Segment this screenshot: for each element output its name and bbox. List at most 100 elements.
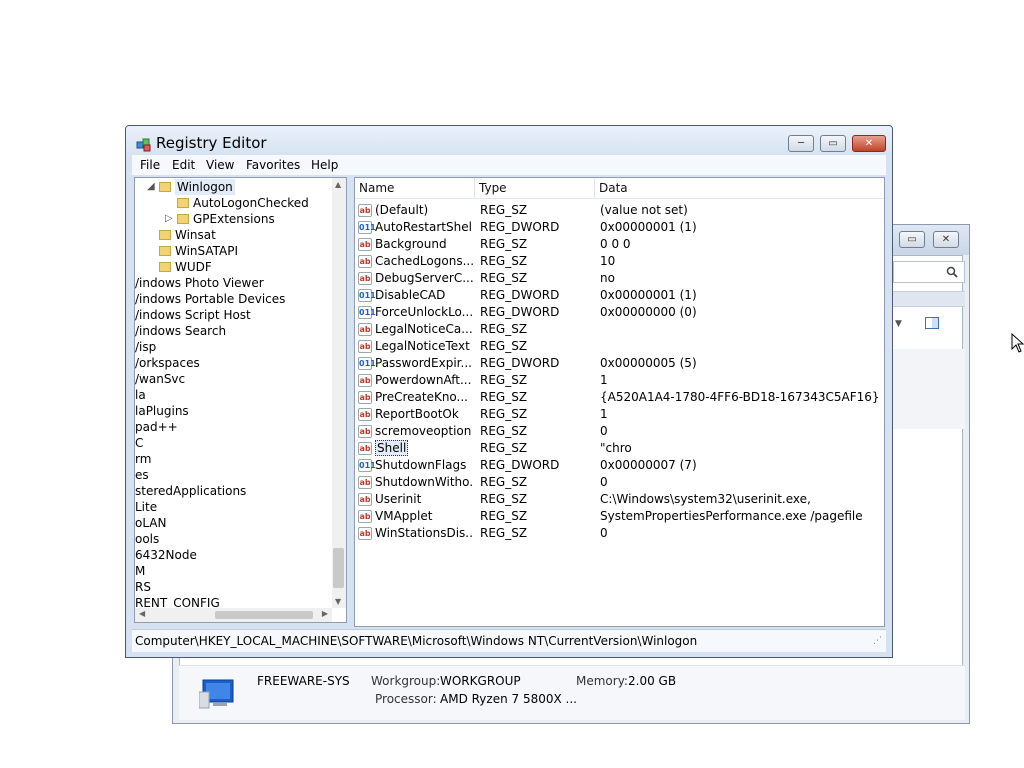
resize-grip-icon[interactable]: ⋰ [873, 636, 882, 646]
dword-value-icon: 011 [358, 289, 376, 302]
value-type: REG_DWORD [480, 220, 560, 234]
string-value-icon: ab [358, 510, 372, 523]
value-name-cell: ShutdownFlags [375, 457, 473, 474]
value-row[interactable]: ab LegalNoticeCa... REG_SZ [355, 321, 875, 338]
expanded-arrow-icon[interactable]: ◢ [147, 179, 155, 195]
value-type: REG_DWORD [480, 288, 560, 302]
value-name: CachedLogons... [375, 254, 473, 268]
column-header-name[interactable]: Name [355, 178, 475, 198]
value-row[interactable]: ab ReportBootOk REG_SZ 1 [355, 406, 875, 423]
close-button[interactable]: ✕ [852, 135, 886, 152]
tree-item-label: es [135, 468, 149, 482]
close-button[interactable]: ✕ [933, 231, 959, 248]
scroll-up-icon[interactable]: ▲ [335, 180, 341, 189]
value-data: (value not set) [600, 203, 688, 217]
value-name: ForceUnlockLo... [375, 305, 473, 319]
value-data: "chro [600, 441, 632, 455]
value-name-cell: WinStationsDis... [375, 525, 473, 542]
value-type: REG_SZ [480, 203, 528, 217]
value-row[interactable]: ab Shell REG_SZ "chro [355, 440, 875, 457]
string-value-icon: ab [358, 255, 372, 268]
value-row[interactable]: ab PowerdownAft... REG_SZ 1 [355, 372, 875, 389]
value-name: WinStationsDis... [375, 526, 473, 540]
value-row[interactable]: 011 DisableCAD REG_DWORD 0x00000001 (1) [355, 287, 875, 304]
menu-bar: File Edit View Favorites Help [132, 155, 886, 175]
menu-view[interactable]: View [206, 158, 234, 172]
menu-help[interactable]: Help [311, 158, 338, 172]
value-name: ReportBootOk [375, 407, 459, 421]
value-name: PreCreateKno... [375, 390, 468, 404]
tree-scroll-thumb[interactable] [333, 548, 344, 588]
value-type: REG_SZ [480, 424, 528, 438]
value-type: REG_SZ [480, 237, 528, 251]
tree-item-label: /wanSvc [135, 372, 186, 386]
system-window-panel [893, 349, 965, 429]
minimize-button[interactable]: ─ [788, 135, 814, 152]
tree-item-label: RS [135, 580, 151, 594]
string-value-icon: ab [358, 272, 372, 285]
value-row[interactable]: ab Userinit REG_SZ C:\Windows\system32\user… [355, 491, 875, 508]
column-header-data[interactable]: Data [595, 178, 884, 198]
value-row[interactable]: ab LegalNoticeText REG_SZ [355, 338, 875, 355]
dword-value-icon: 011 [358, 221, 376, 234]
string-value-icon: ab [358, 238, 372, 251]
value-row[interactable]: ab ShutdownWitho... REG_SZ 0 [355, 474, 875, 491]
search-input[interactable] [893, 261, 965, 283]
value-data: 0 [600, 526, 608, 540]
value-row[interactable]: ab WinStationsDis... REG_SZ 0 [355, 525, 875, 542]
value-name: Background [375, 237, 447, 251]
value-name: ShutdownFlags [375, 458, 467, 472]
tree-item-label: /indows Search [135, 324, 227, 338]
value-row[interactable]: ab CachedLogons... REG_SZ 10 [355, 253, 875, 270]
workgroup-value: WORKGROUP [440, 674, 521, 688]
value-row[interactable]: ab (Default) REG_SZ (value not set) [355, 202, 875, 219]
tree-horizontal-scrollbar[interactable]: ◀ ▶ [135, 608, 332, 622]
system-info-panel: FREEWARE-SYS Workgroup: WORKGROUP Memory… [179, 665, 965, 720]
tree-hscroll-thumb[interactable] [215, 611, 313, 619]
tree-item-label: C [135, 436, 144, 450]
menu-edit[interactable]: Edit [172, 158, 195, 172]
tree-item-label: AutoLogonChecked [193, 196, 309, 210]
scroll-down-icon[interactable]: ▼ [335, 597, 341, 606]
value-row[interactable]: ab Background REG_SZ 0 0 0 [355, 236, 875, 253]
value-row[interactable]: ab scremoveoption REG_SZ 0 [355, 423, 875, 440]
value-name: VMApplet [375, 509, 433, 523]
scroll-right-icon[interactable]: ▶ [322, 609, 328, 618]
menu-favorites[interactable]: Favorites [246, 158, 300, 172]
maximize-button[interactable]: ▭ [820, 135, 846, 152]
column-header-type[interactable]: Type [475, 178, 595, 198]
header-divider [355, 198, 884, 199]
value-row[interactable]: 011 PasswordExpir... REG_DWORD 0x00000005 (… [355, 355, 875, 372]
status-bar: Computer\HKEY_LOCAL_MACHINE\SOFTWARE\Mic… [132, 629, 886, 652]
tree-vertical-scrollbar[interactable]: ▲ ▼ [332, 178, 346, 608]
value-type: REG_SZ [480, 271, 528, 285]
preview-pane-icon[interactable] [925, 317, 939, 329]
tree-item-label: pad++ [135, 420, 178, 434]
tree-item-label: oLAN [135, 516, 167, 530]
system-window-band [893, 291, 965, 307]
scroll-left-icon[interactable]: ◀ [139, 609, 145, 618]
value-name-cell: PreCreateKno... [375, 389, 473, 406]
value-row[interactable]: 011 AutoRestartShell REG_DWORD 0x00000001 (… [355, 219, 875, 236]
value-name: PowerdownAft... [375, 373, 472, 387]
menu-file[interactable]: File [140, 158, 160, 172]
value-row[interactable]: 011 ForceUnlockLo... REG_DWORD 0x00000000 (… [355, 304, 875, 321]
dropdown-arrow-icon[interactable]: ▼ [895, 319, 902, 329]
maximize-button[interactable]: ▭ [899, 231, 925, 248]
value-row[interactable]: ab DebugServerC... REG_SZ no [355, 270, 875, 287]
folder-icon [177, 198, 189, 208]
value-row[interactable]: ab VMApplet REG_SZ SystemPropertiesPerforma… [355, 508, 875, 525]
value-name-cell: ReportBootOk [375, 406, 473, 423]
mouse-cursor-icon [1011, 333, 1024, 353]
value-row[interactable]: ab PreCreateKno... REG_SZ {A520A1A4-1780-4F… [355, 389, 880, 406]
tree-item-label: ools [135, 532, 160, 546]
tree-item-label: Lite [135, 500, 158, 514]
value-row[interactable]: 011 ShutdownFlags REG_DWORD 0x00000007 (7) [355, 457, 875, 474]
values-list-pane[interactable]: Name Type Data ab (Default) REG_SZ (value n… [354, 177, 885, 627]
string-value-icon: ab [358, 323, 372, 336]
value-name-cell: PasswordExpir... [375, 355, 473, 372]
collapsed-arrow-icon[interactable]: ▷ [165, 211, 173, 227]
tree-item-label: Winlogon [175, 179, 235, 195]
string-value-icon: ab [358, 425, 372, 438]
key-tree-pane[interactable]: ◢ Winlogon AutoLogonChecked ▷ GPExtensions Wi… [134, 177, 347, 623]
